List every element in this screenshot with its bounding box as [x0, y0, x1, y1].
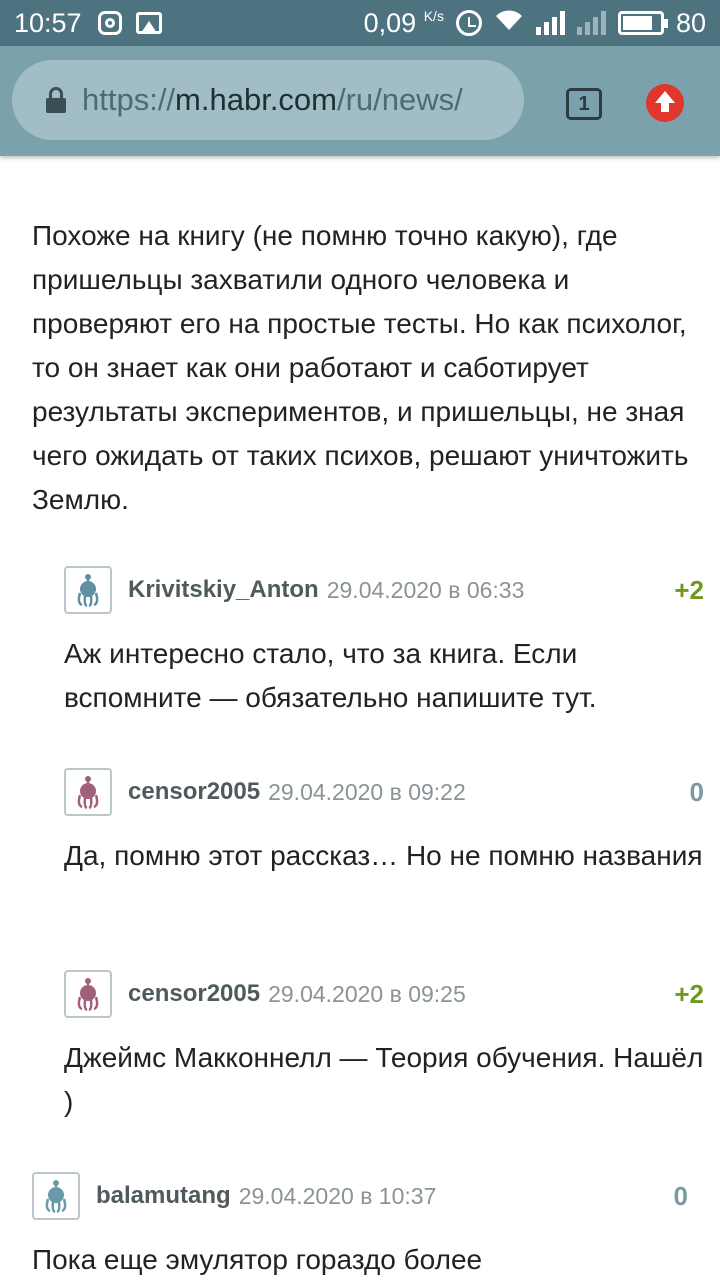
author-link[interactable]: Krivitskiy_Anton: [128, 576, 319, 604]
status-time: 10:57: [14, 7, 82, 38]
avatar[interactable]: [64, 566, 112, 614]
comment: censor2005 29.04.2020 в 09:22 0 Да, помн…: [64, 768, 704, 878]
comment-text: Пока еще эмулятор гораздо более: [32, 1244, 483, 1275]
comment-score: 0: [673, 1180, 688, 1211]
comment-date[interactable]: 29.04.2020 в 09:25: [268, 981, 466, 1008]
comment-text: Да, помню этот рассказ… Но не помню назв…: [64, 840, 703, 871]
signal-2-icon: [576, 11, 606, 35]
comment-date[interactable]: 29.04.2020 в 10:37: [239, 1183, 437, 1210]
avatar[interactable]: [32, 1172, 80, 1220]
comment-date[interactable]: 29.04.2020 в 09:22: [268, 779, 466, 806]
comment-header: Krivitskiy_Anton 29.04.2020 в 06:33 +2: [64, 566, 704, 614]
url-text[interactable]: https://m.habr.com/ru/news/: [82, 82, 463, 118]
gallery-icon: [135, 12, 162, 34]
author-link[interactable]: censor2005: [128, 980, 260, 1008]
avatar[interactable]: [64, 970, 112, 1018]
comment-text: Аж интересно стало, что за книга. Если в…: [64, 638, 597, 713]
comment: Krivitskiy_Anton 29.04.2020 в 06:33 +2 А…: [64, 566, 704, 720]
comment-score: +2: [674, 574, 704, 605]
upload-arrow-icon[interactable]: [646, 84, 684, 122]
signal-icon: [535, 11, 565, 35]
address-bar[interactable]: https://m.habr.com/ru/news/: [12, 60, 524, 140]
network-speed: 0,09 K/s: [363, 7, 444, 38]
comment-header: balamutang 29.04.2020 в 10:37 0: [32, 1172, 688, 1220]
comment-body: Похоже на книгу (не помню точно какую), …: [32, 220, 689, 515]
battery-icon: [617, 11, 668, 35]
tabs-count-button[interactable]: 1: [566, 88, 602, 120]
alarm-icon: [455, 10, 482, 36]
comment-date[interactable]: 29.04.2020 в 06:33: [327, 577, 525, 604]
wifi-icon: [494, 8, 524, 39]
lock-icon: [46, 87, 66, 113]
comment-score: +2: [674, 978, 704, 1009]
author-link[interactable]: balamutang: [96, 1182, 231, 1210]
browser-toolbar: https://m.habr.com/ru/news/ 1: [0, 46, 720, 156]
comment-header: censor2005 29.04.2020 в 09:25 +2: [64, 970, 704, 1018]
comment-header: censor2005 29.04.2020 в 09:22 0: [64, 768, 704, 816]
author-link[interactable]: censor2005: [128, 778, 260, 806]
comment-text: Джеймс Макконнелл — Теория обучения. Наш…: [64, 1042, 704, 1117]
comment: balamutang 29.04.2020 в 10:37 0 Пока еще…: [32, 1172, 688, 1280]
page-content: Похоже на книгу (не помню точно какую), …: [0, 156, 720, 1280]
comment-score: 0: [689, 776, 704, 807]
instagram-icon: [97, 11, 122, 35]
comment: censor2005 29.04.2020 в 09:25 +2 Джеймс …: [64, 970, 704, 1124]
status-bar: 10:57 0,09 K/s 80: [0, 0, 720, 46]
avatar[interactable]: [64, 768, 112, 816]
battery-level: 80: [675, 7, 706, 38]
